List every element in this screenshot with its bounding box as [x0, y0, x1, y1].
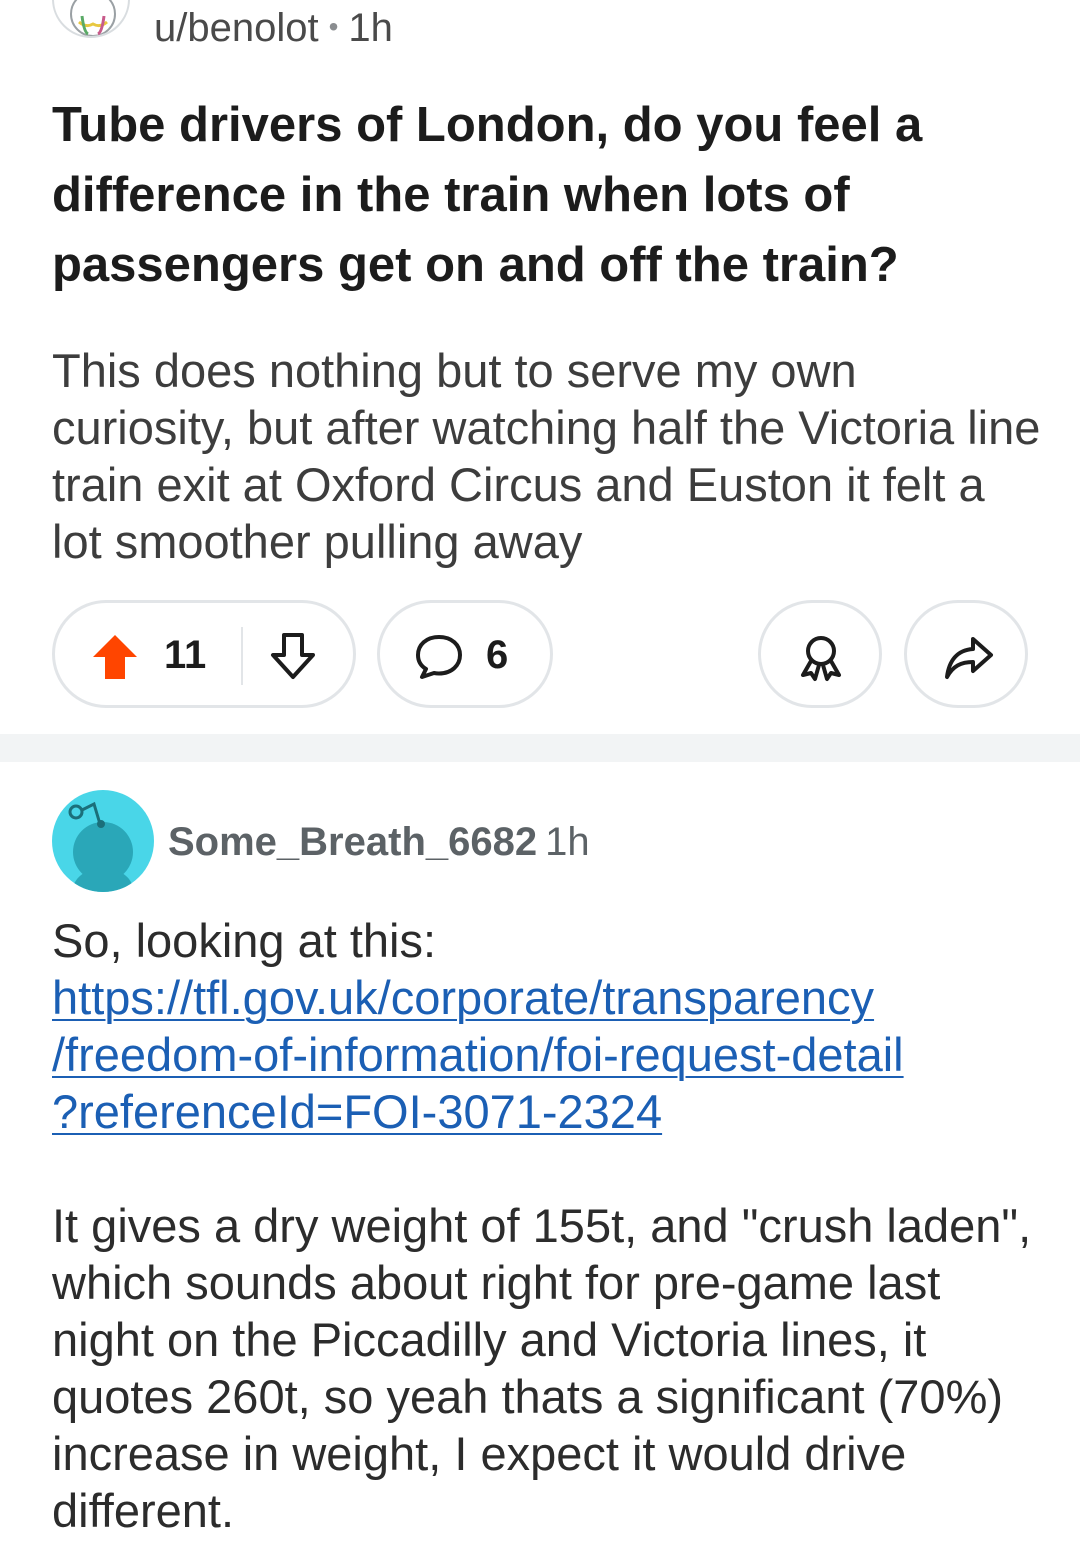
- post-meta: u/benolot • 1h: [154, 6, 393, 51]
- link-line: /freedom-of-information/foi-request-deta…: [52, 1028, 904, 1081]
- comment-author[interactable]: Some_Breath_6682: [168, 820, 537, 864]
- post-age: 1h: [348, 6, 393, 50]
- comment-age: 1h: [545, 820, 590, 864]
- snoo-avatar-icon: [70, 0, 116, 36]
- snoo-avatar-icon: [68, 801, 133, 892]
- post-author[interactable]: u/benolot: [154, 6, 319, 50]
- award-icon: [801, 636, 841, 681]
- comment-bubble-icon: [416, 635, 462, 679]
- vote-count: 11: [164, 633, 207, 677]
- comment-meta: Some_Breath_6682 1h: [168, 820, 590, 865]
- comments-button[interactable]: 6: [377, 600, 553, 708]
- share-icon: [945, 637, 993, 679]
- comment-paragraph: It gives a dry weight of 155t, and "crus…: [52, 1199, 1032, 1537]
- comment-count: 6: [486, 633, 509, 677]
- section-divider: [0, 734, 1080, 762]
- post-header: u/benolot • 1h: [52, 0, 1032, 60]
- post-actions: 11 6: [52, 600, 1028, 708]
- award-button[interactable]: [758, 600, 882, 708]
- arrow-down-icon[interactable]: [267, 629, 319, 683]
- post-body: This does nothing but to serve my own cu…: [52, 344, 1041, 568]
- link-line: https://tfl.gov.uk/corporate/transparenc…: [52, 971, 875, 1024]
- foi-link[interactable]: https://tfl.gov.uk/corporate/transparenc…: [52, 969, 1042, 1140]
- vote-control: 11: [52, 600, 356, 708]
- share-button[interactable]: [904, 600, 1028, 708]
- post-title[interactable]: Tube drivers of London, do you feel a di…: [52, 90, 1042, 300]
- vote-divider: [241, 627, 243, 685]
- link-line: ?referenceId=FOI-3071-2324: [52, 1085, 663, 1138]
- comment-intro: So, looking at this:: [52, 914, 437, 967]
- meta-separator: •: [328, 11, 339, 42]
- avatar[interactable]: [52, 0, 130, 38]
- arrow-up-icon[interactable]: [89, 631, 141, 683]
- comment-body: So, looking at this: https://tfl.gov.uk/…: [52, 912, 1042, 1539]
- comment-avatar[interactable]: [52, 790, 154, 892]
